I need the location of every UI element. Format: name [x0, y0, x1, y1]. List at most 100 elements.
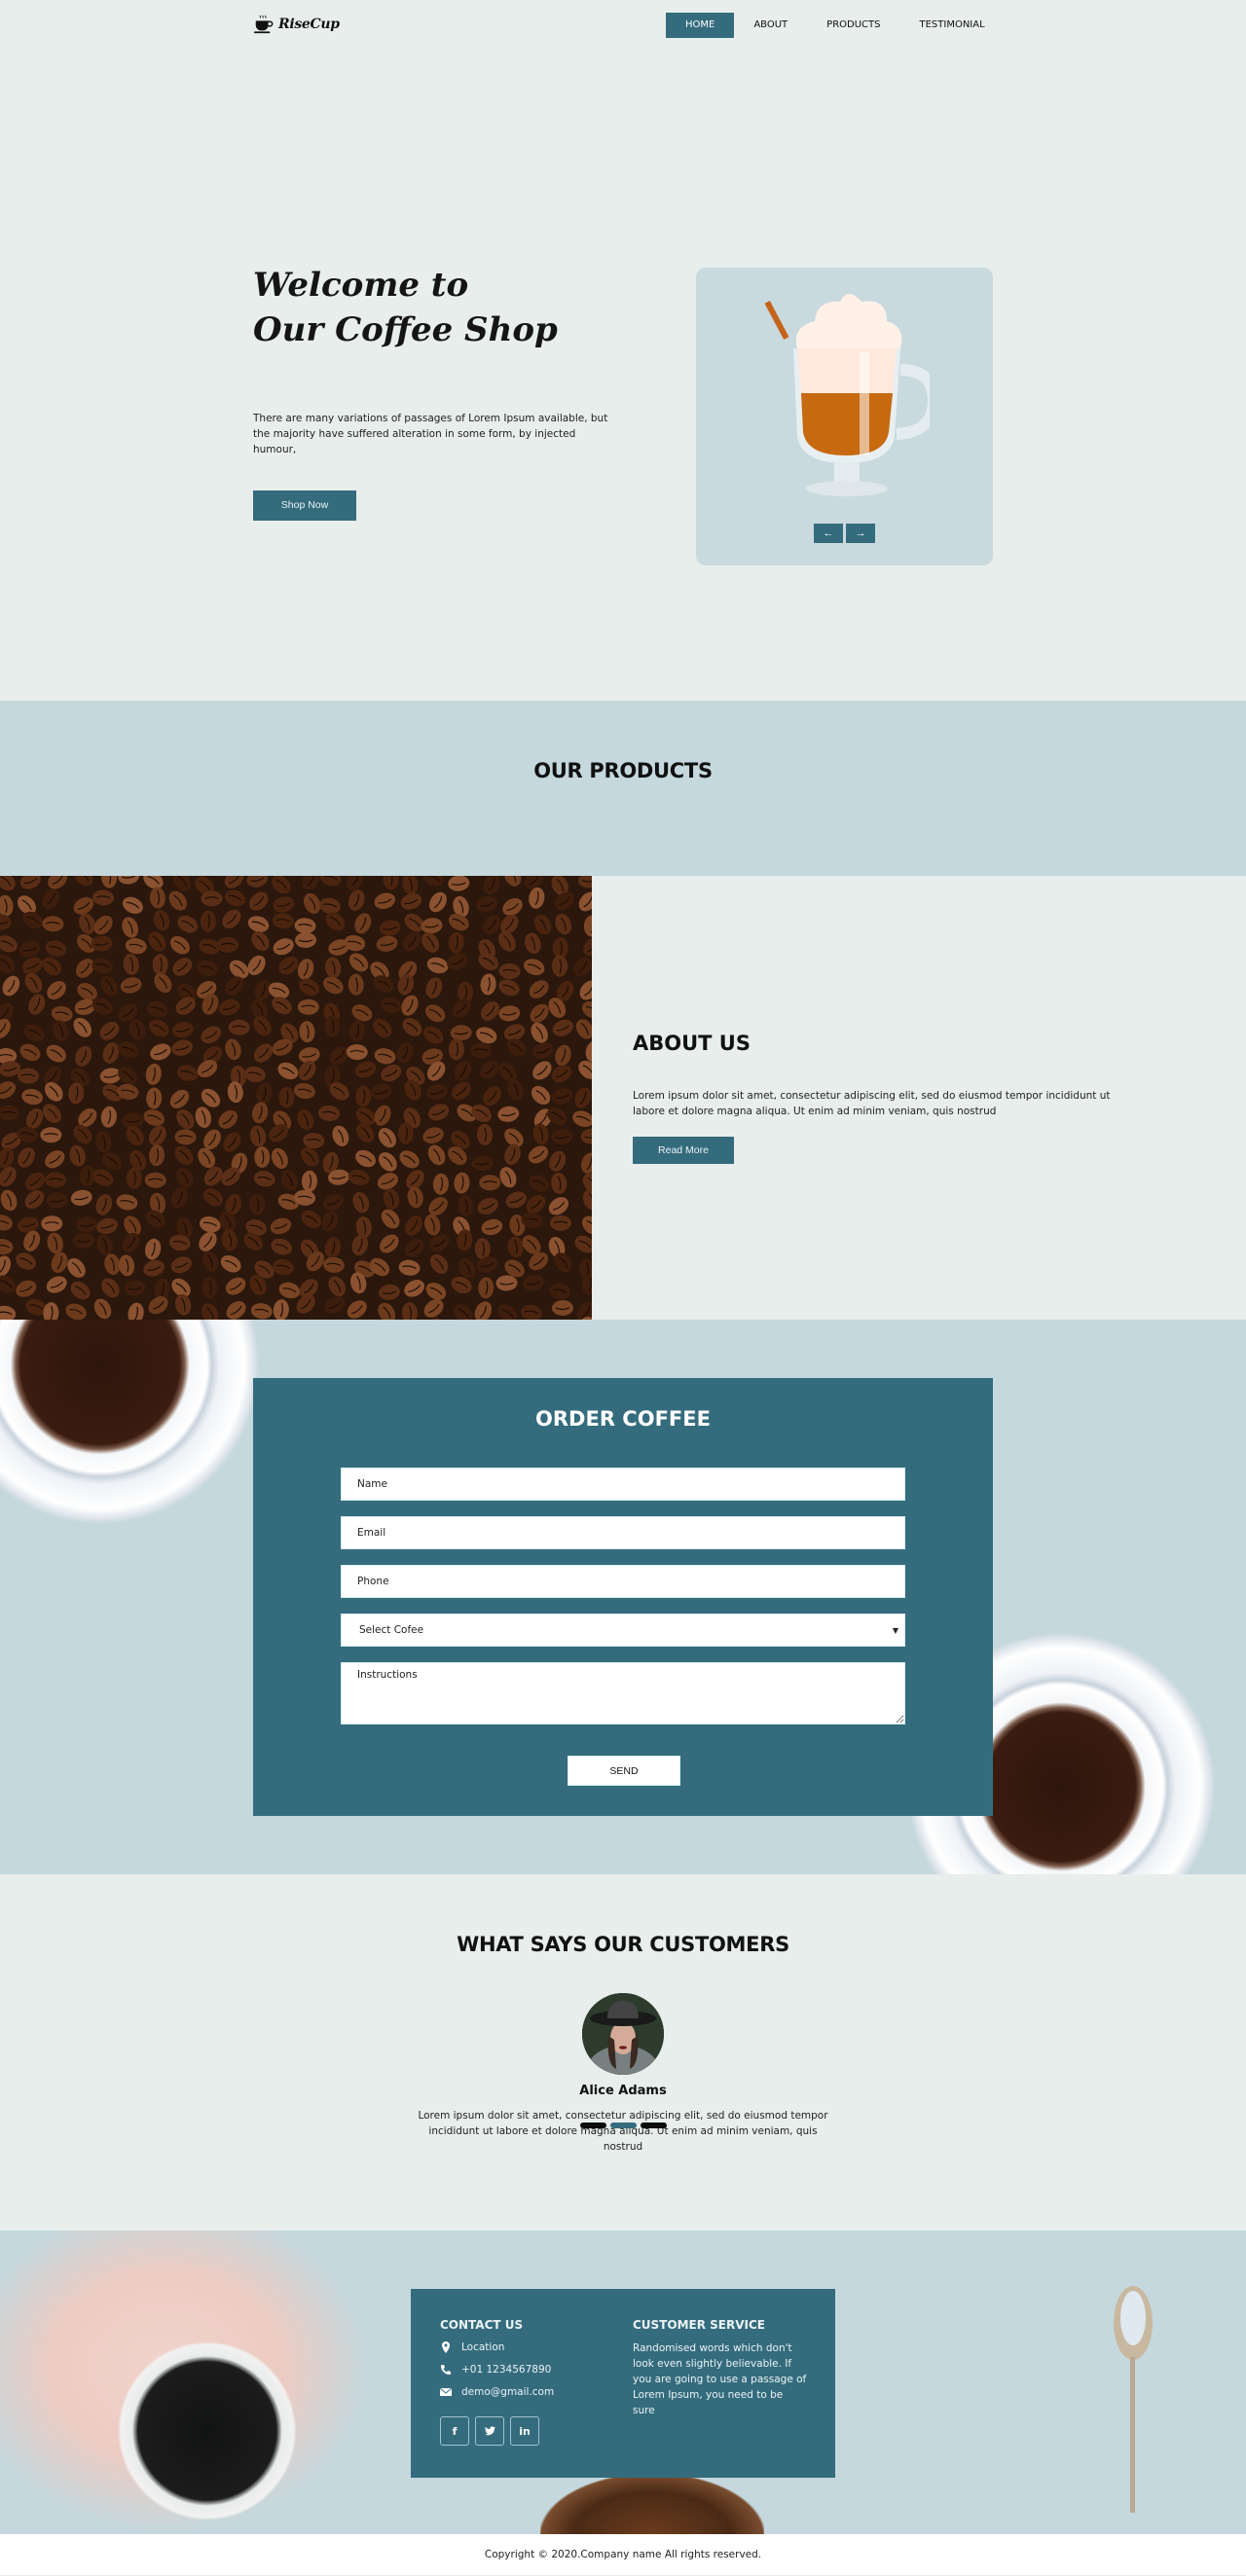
carousel-indicator-2[interactable] [610, 2122, 637, 2128]
coffee-bean [197, 960, 218, 977]
coffee-bean [120, 977, 142, 994]
products-title: OUR PRODUCTS [533, 759, 713, 782]
coffee-bean [47, 981, 66, 1000]
coffee-bean [347, 1300, 367, 1319]
coffee-bean [0, 1105, 19, 1121]
coffee-bean [42, 957, 62, 976]
coffee-bean [150, 1043, 171, 1061]
about-description: Lorem ipsum dolor sit amet, consectetur … [633, 1090, 1111, 1117]
coffee-bean [228, 1019, 250, 1035]
coffee-bean [149, 887, 165, 909]
coffee-bean [250, 1303, 273, 1320]
location-text: Location [461, 2341, 505, 2353]
coffee-bean [278, 1282, 301, 1299]
coffee-bean [398, 1259, 421, 1276]
coffee-bean [407, 1186, 423, 1209]
coffee-bean [2, 975, 20, 997]
hero-title: Welcome to Our Coffee Shop [253, 263, 558, 352]
coffee-bean [45, 1172, 67, 1188]
twitter-icon[interactable] [475, 2416, 504, 2446]
contact-column: CONTACT US Location +01 1234567890 demo@… [440, 2318, 554, 2446]
coffee-bean [432, 1173, 449, 1195]
linkedin-icon[interactable]: in [510, 2416, 539, 2446]
coffee-bean [573, 957, 592, 977]
coffee-bean [402, 1018, 422, 1036]
phone-text[interactable]: +01 1234567890 [461, 2364, 551, 2376]
read-more-button[interactable]: Read More [633, 1137, 734, 1164]
coffee-bean [0, 954, 16, 974]
coffee-bean [355, 1149, 376, 1168]
coffee-bean [53, 1020, 69, 1041]
slider-next-button[interactable]: → [846, 524, 875, 543]
coffee-bean [574, 1087, 592, 1108]
social-links: f in [440, 2416, 554, 2446]
coffee-bean [17, 1068, 39, 1084]
coffee-bean [370, 1083, 392, 1100]
coffee-bean [421, 932, 440, 953]
coffee-bean [101, 876, 118, 889]
coffee-bean [19, 1043, 41, 1062]
logo[interactable]: RiseCup [253, 14, 340, 35]
main-nav: HOME ABOUT PRODUCTS TESTIMONIAL [666, 13, 1005, 38]
coffee-bean [454, 1172, 470, 1194]
coffee-bean [383, 1188, 400, 1211]
coffee-cup-image-left [0, 1320, 282, 1534]
coffee-bean [346, 1044, 368, 1061]
coffee-bean [354, 1061, 377, 1078]
nav-products[interactable]: PRODUCTS [807, 13, 899, 38]
coffee-bean [297, 959, 314, 980]
coffee-bean [95, 1131, 112, 1153]
coffee-bean [380, 997, 402, 1013]
coffee-bean [322, 1193, 344, 1211]
coffee-bean [476, 895, 497, 913]
coffee-bean [551, 1128, 573, 1144]
email-text[interactable]: demo@gmail.com [461, 2386, 554, 2398]
coffee-bean [174, 1293, 192, 1316]
hands-holding-cup-image [0, 2231, 370, 2534]
phone-input[interactable] [341, 1565, 905, 1598]
shop-now-button[interactable]: Shop Now [253, 490, 356, 521]
name-input[interactable] [341, 1468, 905, 1501]
coffee-bean [100, 1106, 117, 1128]
products-section: OUR PRODUCTS [0, 701, 1246, 876]
coffee-bean [426, 1083, 448, 1101]
coffee-bean [277, 1062, 299, 1080]
testimonial-title: WHAT SAYS OUR CUSTOMERS [457, 1933, 789, 1956]
nav-testimonial[interactable]: TESTIMONIAL [899, 13, 1004, 38]
coffee-bean [483, 1086, 501, 1107]
coffee-bean [348, 973, 364, 996]
coffee-bean [383, 876, 399, 890]
coffee-bean [254, 1146, 271, 1169]
coffee-bean [373, 1018, 392, 1038]
coffee-select[interactable]: Select Cofee ▼ [341, 1614, 905, 1647]
coffee-bean [352, 1191, 370, 1214]
coffee-bean [0, 1081, 17, 1099]
contact-info-box: CONTACT US Location +01 1234567890 demo@… [411, 2289, 835, 2478]
coffee-bean [503, 876, 522, 887]
customer-name: Alice Adams [579, 2084, 667, 2098]
carousel-indicator-3[interactable] [641, 2122, 667, 2128]
coffee-bean [100, 975, 118, 997]
coffee-bean [249, 891, 269, 911]
nav-about[interactable]: ABOUT [734, 13, 807, 38]
slider-prev-button[interactable]: ← [814, 524, 843, 543]
coffee-bean [126, 1167, 142, 1189]
coffee-bean [124, 1280, 146, 1296]
nav-home[interactable]: HOME [666, 13, 735, 38]
coffee-bean [498, 931, 516, 952]
instructions-textarea[interactable] [341, 1662, 905, 1724]
coffee-bean [220, 1254, 241, 1273]
send-button[interactable]: SEND [568, 1756, 680, 1786]
coffee-bean [144, 1172, 166, 1188]
coffee-bean [172, 958, 193, 976]
coffee-bean [221, 1229, 238, 1252]
coffee-bean [297, 1108, 314, 1131]
coffee-bean [169, 1089, 190, 1108]
coffee-bean [474, 1238, 491, 1260]
coffee-bean [505, 1191, 527, 1209]
facebook-icon[interactable]: f [440, 2416, 469, 2446]
coffee-bean [122, 1232, 140, 1252]
email-input[interactable] [341, 1516, 905, 1549]
coffee-bean [225, 1277, 246, 1295]
carousel-indicator-1[interactable] [580, 2122, 606, 2128]
